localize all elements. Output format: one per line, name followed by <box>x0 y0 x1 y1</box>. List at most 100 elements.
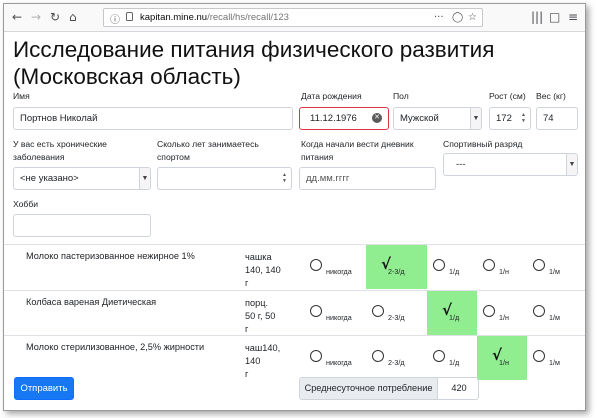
url-text[interactable]: kapitan.mine.nu/recall/hs/recall/123 <box>140 12 289 23</box>
info-icon[interactable]: ⓘ <box>110 11 120 26</box>
forward-arrow-icon[interactable]: → <box>31 10 41 24</box>
page-content: Исследование питания физического развити… <box>4 32 585 410</box>
height-value: 172 <box>496 113 512 124</box>
chronic-select[interactable]: <не указано> ▼ <box>13 167 151 190</box>
radio-button[interactable] <box>372 305 384 317</box>
frequency-option[interactable]: никогда <box>304 336 366 380</box>
food-portion-line: г <box>245 369 249 379</box>
frequency-option[interactable]: 1/м <box>527 336 585 380</box>
chevron-down-icon: ▼ <box>566 154 577 175</box>
frequency-option[interactable]: никогда <box>304 291 366 335</box>
weight-input[interactable]: 74 <box>536 107 578 130</box>
radio-button[interactable] <box>533 259 545 271</box>
food-portion-line: г <box>245 278 249 288</box>
sex-label: Пол <box>393 91 409 101</box>
library-icon[interactable]: ||| <box>531 10 543 24</box>
back-arrow-icon[interactable]: ← <box>12 10 22 24</box>
radio-button[interactable] <box>310 305 322 317</box>
frequency-option-label: 1/м <box>549 267 560 276</box>
frequency-option[interactable]: 2-3/д <box>366 336 427 380</box>
frequency-option[interactable]: 1/д <box>427 245 477 289</box>
frequency-option[interactable]: √ 2-3/д <box>366 245 427 289</box>
frequency-option-label: 2-3/д <box>388 267 405 276</box>
hobby-label: Хобби <box>13 199 39 209</box>
frequency-option[interactable]: 2-3/д <box>366 291 427 335</box>
sport-rank-select[interactable]: --- ▼ <box>443 153 578 176</box>
radio-button[interactable] <box>433 259 445 271</box>
radio-button[interactable] <box>533 305 545 317</box>
food-portion-line: 140 <box>245 356 261 366</box>
clear-date-icon[interactable]: ✕ <box>372 113 382 123</box>
frequency-option[interactable]: √ 1/н <box>477 336 527 380</box>
submit-button[interactable]: Отправить <box>14 377 74 400</box>
height-spinner-icon[interactable]: ▲ ▼ <box>520 112 527 125</box>
address-bar[interactable]: ⓘ kapitan.mine.nu/recall/hs/recall/123 ·… <box>103 8 483 27</box>
name-label: Имя <box>13 91 30 101</box>
frequency-option[interactable]: 1/м <box>527 291 585 335</box>
sex-select[interactable]: Мужской ▼ <box>393 107 482 130</box>
food-portion: чаш140, 140 г <box>245 342 299 381</box>
frequency-option-label: 1/н <box>499 313 509 322</box>
sport-rank-label: Спортивный разряд <box>443 139 523 149</box>
food-portion-line: 140, 140 <box>245 265 281 275</box>
browser-window: ← → ↻ ⌂ ⓘ kapitan.mine.nu/recall/hs/reca… <box>3 3 586 411</box>
radio-button[interactable] <box>433 350 445 362</box>
radio-button[interactable] <box>310 259 322 271</box>
page-actions-icon[interactable]: ··· <box>434 12 444 23</box>
frequency-option[interactable]: 1/н <box>477 245 527 289</box>
radio-button[interactable] <box>310 350 322 362</box>
food-name: Молоко пастеризованное нежирное 1% <box>26 251 195 261</box>
diary-start-placeholder: дд.мм.гггг <box>306 173 350 184</box>
frequency-option-label: никогда <box>326 313 352 322</box>
reload-icon[interactable]: ↻ <box>50 10 60 24</box>
average-value: 420 <box>451 383 467 393</box>
frequency-option-label: 1/д <box>449 313 460 322</box>
sport-years-input[interactable]: ▲ ▼ <box>157 167 292 190</box>
diary-start-label: Когда начали вести дневник питания <box>301 139 414 162</box>
food-portion: чашка 140, 140 г <box>245 251 299 290</box>
radio-button[interactable] <box>483 259 495 271</box>
sex-value: Мужской <box>400 113 439 124</box>
bookmark-star-icon[interactable]: ☆ <box>468 12 477 23</box>
name-input[interactable]: Портнов Николай <box>13 107 293 130</box>
weight-label: Вес (кг) <box>536 91 566 101</box>
lock-icon <box>126 12 133 21</box>
pocket-icon[interactable]: ◯ <box>452 12 463 23</box>
height-input[interactable]: 172 ▲ ▼ <box>489 107 531 130</box>
menu-icon[interactable]: ≡ <box>568 10 578 24</box>
food-portion-line: чашка <box>245 252 272 262</box>
food-portion-line: чаш140, <box>245 343 281 353</box>
chronic-value: <не указано> <box>20 173 79 184</box>
food-name: Колбаса вареная Диетическая <box>26 297 157 307</box>
frequency-option-label: 1/д <box>449 267 460 276</box>
url-path: /recall/hs/recall/123 <box>207 12 289 23</box>
radio-button[interactable] <box>372 350 384 362</box>
food-name: Молоко стерилизованное, 2,5% жирности <box>26 342 205 352</box>
sport-years-spinner-icon[interactable]: ▲ ▼ <box>281 172 288 185</box>
url-host: kapitan.mine.nu <box>140 12 208 23</box>
frequency-option[interactable]: √ 1/д <box>427 291 477 335</box>
sidebar-icon[interactable]: □ <box>549 10 560 24</box>
chronic-label: У вас есть хронические заболевания <box>13 139 107 162</box>
frequency-option-label: 1/м <box>549 313 560 322</box>
diary-start-input[interactable]: дд.мм.гггг <box>299 167 436 190</box>
height-label: Рост (см) <box>489 91 526 101</box>
sport-rank-value: --- <box>456 159 466 170</box>
frequency-option-label: 2-3/д <box>388 358 405 367</box>
average-consumption: Среднесуточное потребление 420 <box>299 377 479 400</box>
frequency-option[interactable]: 1/м <box>527 245 585 289</box>
frequency-option[interactable]: 1/н <box>477 291 527 335</box>
birth-date-input[interactable]: 11.12.1976 ✕ <box>299 107 389 130</box>
sport-years-label: Сколько лет занимаетесь спортом <box>157 139 259 162</box>
radio-button[interactable] <box>533 350 545 362</box>
hobby-input[interactable] <box>13 214 151 237</box>
frequency-option-label: 1/д <box>449 358 460 367</box>
frequency-option-label: 1/н <box>499 358 509 367</box>
food-portion-line: порц. <box>245 298 269 308</box>
home-icon[interactable]: ⌂ <box>69 10 77 24</box>
page-title: Исследование питания физического развити… <box>13 37 495 89</box>
frequency-option[interactable]: никогда <box>304 245 366 289</box>
frequency-option-label: 2-3/д <box>388 313 405 322</box>
frequency-option[interactable]: 1/д <box>427 336 477 380</box>
radio-button[interactable] <box>483 305 495 317</box>
